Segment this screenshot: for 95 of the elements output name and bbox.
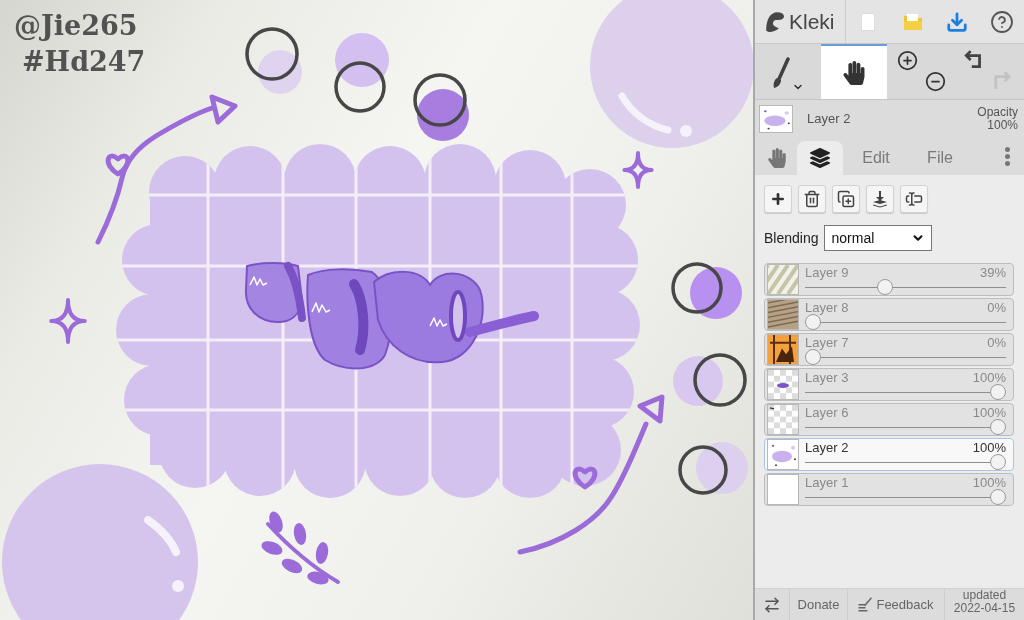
updated-date: updated 2022-04-15 [952, 589, 1017, 617]
slider-thumb[interactable] [990, 454, 1006, 470]
circle-outline [245, 27, 299, 81]
slider-thumb[interactable] [805, 349, 821, 365]
opacity-label: Opacity [977, 105, 1018, 119]
hand-icon [767, 148, 787, 168]
signature-text: @Jie265 [14, 9, 138, 43]
filled-circle [258, 50, 302, 94]
layer-opacity: 100% [972, 440, 1006, 455]
sparkle-outline [49, 298, 87, 344]
circle-outline [413, 73, 467, 127]
pen-lines-icon [858, 597, 873, 612]
slider-thumb[interactable] [805, 314, 821, 330]
layer-name: Layer 2 [805, 440, 849, 455]
copy-plus-icon [837, 190, 855, 208]
menu-tab[interactable]: Edit [845, 141, 907, 175]
hand-tool-button[interactable] [821, 44, 887, 99]
plus-icon [770, 191, 786, 207]
blending-label: Blending [764, 230, 819, 246]
merge-layer-button[interactable] [866, 185, 894, 213]
filled-circle [335, 33, 389, 87]
folder-icon [902, 12, 923, 31]
layer-name: Layer 3 [805, 370, 849, 385]
circle-outline [671, 262, 723, 314]
layer-name: Layer 9 [805, 265, 849, 280]
layer-thumbnail [767, 474, 799, 505]
zoom-out-button[interactable] [925, 71, 946, 92]
layer-row[interactable]: Layer 3 100% [764, 368, 1014, 401]
duplicate-layer-button[interactable] [832, 185, 860, 213]
logo-icon [765, 10, 787, 33]
brush-icon [772, 56, 790, 89]
filled-circle [696, 442, 748, 494]
menu-tab[interactable]: File [909, 141, 971, 175]
layer-thumbnail [767, 334, 799, 365]
layer-row[interactable]: Layer 6 100% [764, 403, 1014, 436]
zoom-out-icon [925, 71, 946, 92]
zoom-in-button[interactable] [897, 50, 918, 71]
zoom-in-icon [897, 50, 918, 71]
layer-name: Layer 2 [807, 111, 851, 126]
opacity-value: 100% [987, 118, 1018, 132]
layer-opacity: 39% [979, 265, 1006, 280]
layer-row[interactable]: Layer 1 100% [764, 473, 1014, 506]
layer-row[interactable]: Layer 8 0% [764, 298, 1014, 331]
download-icon [946, 10, 969, 33]
layer-thumbnail [767, 439, 799, 470]
slider-thumb[interactable] [990, 384, 1006, 400]
layer-row[interactable]: Layer 2 100% [764, 438, 1014, 471]
layers-tab[interactable] [797, 141, 843, 175]
circle-outline [334, 61, 386, 113]
donate-button[interactable]: Donate [790, 589, 848, 620]
layer-opacity: 0% [987, 335, 1006, 350]
trash-icon [803, 190, 821, 208]
circle-outline [693, 353, 747, 407]
rename-layer-button[interactable] [900, 185, 928, 213]
hand-icon [842, 60, 866, 85]
filled-circle [673, 356, 723, 406]
layer-name: Layer 6 [805, 405, 849, 420]
filled-circle [417, 89, 469, 141]
more-button[interactable] [1005, 146, 1010, 166]
layer-thumbnail [767, 369, 799, 400]
layer-opacity: 100% [972, 405, 1006, 420]
feedback-button[interactable]: Feedback [848, 589, 945, 620]
circle-outline [678, 445, 728, 495]
slider-thumb[interactable] [990, 419, 1006, 435]
layer-name: Layer 8 [805, 300, 849, 315]
layers-icon [810, 148, 830, 168]
help-icon [989, 9, 1014, 34]
layer-thumbnail [767, 404, 799, 435]
layer-opacity: 100% [972, 475, 1006, 490]
signature-text: #Hd247 [22, 45, 146, 79]
layer-opacity: 0% [987, 300, 1006, 315]
layer-row[interactable]: Layer 9 39% [764, 263, 1014, 296]
layer-name: Layer 7 [805, 335, 849, 350]
merge-down-icon [872, 190, 888, 208]
drawing-canvas[interactable]: @Jie265 #Hd247 [0, 0, 753, 620]
slider-thumb[interactable] [877, 279, 894, 295]
slider-thumb[interactable] [990, 489, 1006, 505]
text-cursor-icon [905, 190, 923, 208]
layer-row[interactable]: Layer 7 0% [764, 333, 1014, 366]
more-icon [1005, 146, 1010, 166]
layer-thumbnail [767, 299, 799, 330]
logo-text: Kleki [789, 9, 835, 34]
blank-page-icon [861, 12, 876, 31]
undo-button[interactable] [964, 50, 984, 70]
sparkle-outline [622, 151, 654, 189]
delete-layer-button[interactable] [798, 185, 826, 213]
filled-circle [690, 267, 742, 319]
add-layer-button[interactable] [764, 185, 792, 213]
layer-thumbnail [767, 264, 799, 295]
swap-icon [763, 595, 781, 614]
layer-opacity: 100% [972, 370, 1006, 385]
undo-icon [964, 50, 984, 70]
layer-thumbnail [759, 104, 793, 133]
blending-select[interactable]: normal [823, 225, 932, 251]
layer-name: Layer 1 [805, 475, 849, 490]
